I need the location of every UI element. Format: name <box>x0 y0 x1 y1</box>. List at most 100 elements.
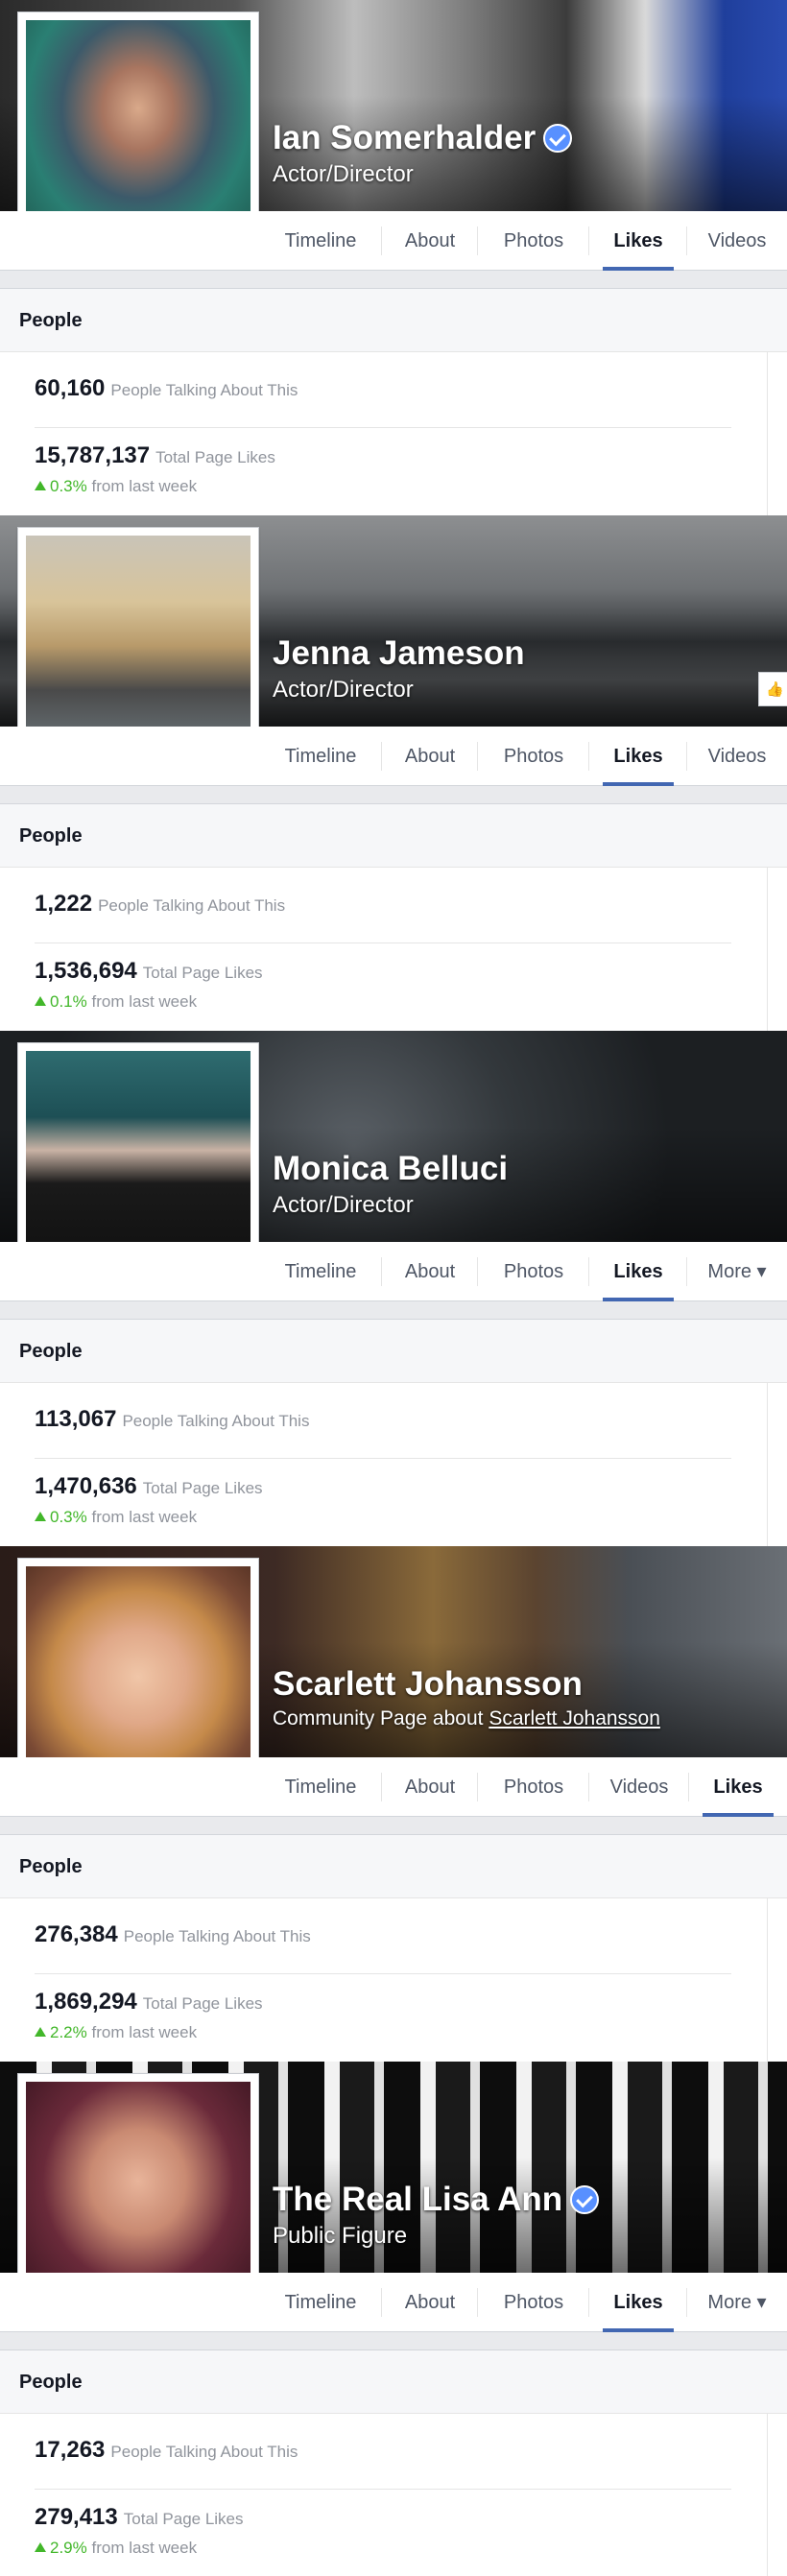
section-title: People <box>0 289 787 352</box>
tab-videos[interactable]: Videos <box>687 727 787 786</box>
stats-divider <box>35 2489 731 2490</box>
talking-about-stat: 113,067 People Talking About This <box>35 1406 309 1433</box>
weekly-change: 2.9% from last week <box>35 2539 197 2558</box>
stats-panel: 113,067 People Talking About This 1,470,6… <box>0 1383 768 1547</box>
page-name-text[interactable]: Jenna Jameson <box>273 634 525 673</box>
total-likes-label: Total Page Likes <box>142 1994 263 2013</box>
talking-about-label: People Talking About This <box>123 1927 311 1945</box>
tab-timeline[interactable]: Timeline <box>259 1242 382 1301</box>
total-likes-stat: 1,536,694 Total Page Likes <box>35 958 263 985</box>
page-name-text[interactable]: Monica Belluci <box>273 1150 508 1188</box>
stats-panel: 60,160 People Talking About This 15,787,1… <box>0 352 768 516</box>
tab-likes[interactable]: Likes <box>589 727 687 786</box>
tab-likes[interactable]: Likes <box>589 2273 687 2332</box>
profile-card-monica-belluci: Monica Belluci Actor/Director Timeline A… <box>0 1031 787 1547</box>
page-name[interactable]: Jenna Jameson <box>273 634 525 673</box>
section-title: People <box>0 2350 787 2414</box>
stats-divider <box>35 942 731 943</box>
tab-timeline[interactable]: Timeline <box>259 727 382 786</box>
up-arrow-icon <box>35 481 46 490</box>
tab-likes[interactable]: Likes <box>589 211 687 271</box>
profile-card-ian-somerhalder: Ian Somerhalder Actor/Director Timeline … <box>0 0 787 516</box>
page-name[interactable]: The Real Lisa Ann <box>273 2181 600 2219</box>
weekly-change-label: from last week <box>91 992 198 1011</box>
tab-photos[interactable]: Photos <box>478 727 589 786</box>
up-arrow-icon <box>35 1512 46 1521</box>
weekly-change-percent: 0.3% <box>50 477 87 495</box>
tab-photos[interactable]: Photos <box>478 211 589 271</box>
talking-about-stat: 60,160 People Talking About This <box>35 375 298 402</box>
total-likes-count: 15,787,137 <box>35 442 151 468</box>
page-name-text[interactable]: The Real Lisa Ann <box>273 2181 562 2219</box>
section-title: People <box>0 1835 787 1898</box>
tab-timeline[interactable]: Timeline <box>259 2273 382 2332</box>
page-name-text[interactable]: Ian Somerhalder <box>273 119 536 157</box>
profile-tab-bar: Timeline About Photos Videos Likes <box>0 1757 787 1817</box>
talking-about-stat: 17,263 People Talking About This <box>35 2437 298 2464</box>
talking-about-label: People Talking About This <box>98 896 286 915</box>
stats-panel: 17,263 People Talking About This 279,413 T… <box>0 2414 768 2576</box>
tab-more-dropdown[interactable]: More ▾ <box>687 1242 787 1301</box>
tab-about[interactable]: About <box>382 1242 478 1301</box>
page-name[interactable]: Scarlett Johansson <box>273 1665 583 1704</box>
tab-timeline[interactable]: Timeline <box>259 211 382 271</box>
weekly-change-percent: 2.2% <box>50 2023 87 2041</box>
page-name-text[interactable]: Scarlett Johansson <box>273 1665 583 1704</box>
tab-likes[interactable]: Likes <box>589 1242 687 1301</box>
tab-more-dropdown[interactable]: More ▾ <box>687 2273 787 2332</box>
up-arrow-icon <box>35 2542 46 2552</box>
weekly-change: 0.3% from last week <box>35 1508 197 1527</box>
people-stats-section: People 60,160 People Talking About This 1… <box>0 288 787 516</box>
verified-badge-icon <box>570 2185 600 2214</box>
talking-about-count: 113,067 <box>35 1406 117 1432</box>
talking-about-count: 60,160 <box>35 375 106 401</box>
people-stats-section: People 17,263 People Talking About This 2… <box>0 2349 787 2576</box>
tab-likes[interactable]: Likes <box>689 1757 787 1817</box>
total-likes-count: 279,413 <box>35 2504 118 2530</box>
tab-about[interactable]: About <box>382 211 478 271</box>
weekly-change-label: from last week <box>91 1508 198 1526</box>
tab-photos[interactable]: Photos <box>478 1242 589 1301</box>
page-category: Actor/Director <box>273 161 414 187</box>
weekly-change-label: from last week <box>91 2023 198 2041</box>
tab-about[interactable]: About <box>382 2273 478 2332</box>
tab-videos[interactable]: Videos <box>687 211 787 271</box>
weekly-change-percent: 0.1% <box>50 992 87 1011</box>
talking-about-stat: 276,384 People Talking About This <box>35 1921 311 1948</box>
talking-about-label: People Talking About This <box>110 2443 298 2461</box>
page-category: Community Page about Scarlett Johansson <box>273 1707 660 1730</box>
total-likes-label: Total Page Likes <box>142 1479 263 1497</box>
profile-card-the-real-lisa-ann: The Real Lisa Ann Public Figure Timeline… <box>0 2062 787 2576</box>
talking-about-count: 276,384 <box>35 1921 118 1947</box>
like-thumb-icon[interactable] <box>758 672 787 706</box>
page-category: Actor/Director <box>273 677 414 703</box>
total-likes-stat: 1,869,294 Total Page Likes <box>35 1989 263 2015</box>
up-arrow-icon <box>35 2027 46 2037</box>
stats-panel: 276,384 People Talking About This 1,869,2… <box>0 1898 768 2063</box>
tab-about[interactable]: About <box>382 1757 478 1817</box>
total-likes-label: Total Page Likes <box>155 448 275 466</box>
talking-about-stat: 1,222 People Talking About This <box>35 891 285 918</box>
weekly-change-label: from last week <box>91 477 198 495</box>
weekly-change: 0.3% from last week <box>35 477 197 496</box>
total-likes-count: 1,470,636 <box>35 1473 137 1499</box>
page-name[interactable]: Monica Belluci <box>273 1150 508 1188</box>
tab-about[interactable]: About <box>382 727 478 786</box>
tab-photos[interactable]: Photos <box>478 2273 589 2332</box>
total-likes-label: Total Page Likes <box>123 2510 244 2528</box>
weekly-change: 2.2% from last week <box>35 2023 197 2042</box>
stats-panel: 1,222 People Talking About This 1,536,694… <box>0 868 768 1032</box>
total-likes-stat: 1,470,636 Total Page Likes <box>35 1473 263 1500</box>
tab-photos[interactable]: Photos <box>478 1757 589 1817</box>
weekly-change-percent: 2.9% <box>50 2539 87 2557</box>
tab-timeline[interactable]: Timeline <box>259 1757 382 1817</box>
section-title: People <box>0 804 787 868</box>
profile-card-scarlett-johansson: Scarlett Johansson Community Page about … <box>0 1546 787 2063</box>
tab-videos[interactable]: Videos <box>589 1757 689 1817</box>
category-link[interactable]: Scarlett Johansson <box>489 1707 660 1729</box>
talking-about-label: People Talking About This <box>110 381 298 399</box>
stats-divider <box>35 427 731 428</box>
profile-tab-bar: Timeline About Photos Likes Videos <box>0 211 787 271</box>
page-name[interactable]: Ian Somerhalder <box>273 119 573 157</box>
section-title: People <box>0 1320 787 1383</box>
